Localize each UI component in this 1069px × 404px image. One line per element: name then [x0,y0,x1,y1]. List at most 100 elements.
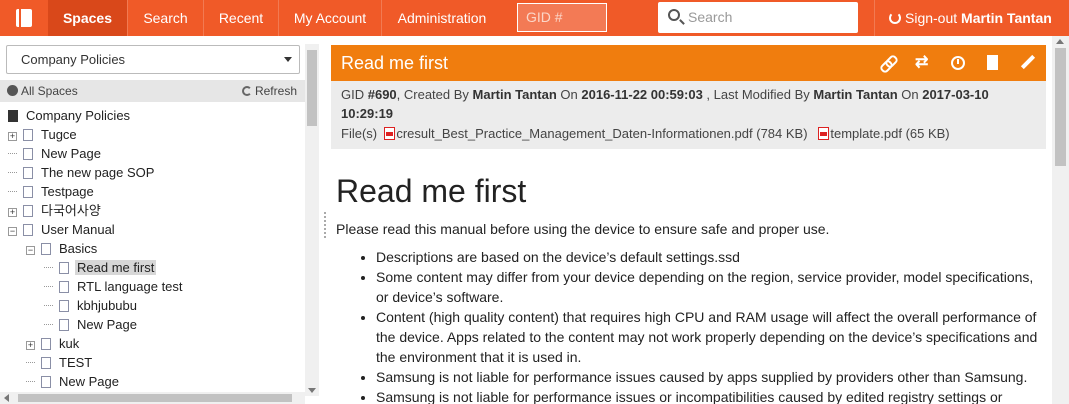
tree-node-root[interactable]: Company Policies [8,106,132,125]
scroll-down-icon[interactable] [308,388,316,393]
nav-search[interactable]: Search [128,0,204,36]
search-input[interactable]: Search [658,2,858,33]
list-item: Samsung is not liable for performance is… [376,387,1046,404]
nav-administration[interactable]: Administration [382,0,502,36]
page-icon [41,243,51,255]
all-spaces-button[interactable]: All Spaces [7,80,78,102]
scroll-up-icon[interactable] [1056,39,1064,44]
tree-connector [8,191,17,192]
page-icon [23,224,33,236]
home-logo[interactable] [0,0,48,36]
tree-connector [8,153,17,154]
tree-connector [26,362,35,363]
space-tree-panel: Company Policies All Spaces Refresh Comp… [0,36,321,404]
tree-node-label: New Page [41,146,101,161]
attachment-link[interactable]: cresult_Best_Practice_Management_Daten-I… [396,126,752,141]
tree-node[interactable]: − User Manual [8,220,117,239]
swap-icon[interactable] [915,52,931,72]
refresh-button[interactable]: Refresh [241,80,297,102]
page-icon [23,167,33,179]
page-icon [41,376,51,388]
nav-spaces[interactable]: Spaces [48,0,128,36]
page-title: Read me first [341,53,449,73]
created-by-value: Martin Tantan [472,87,557,102]
tree-connector [26,381,35,382]
search-placeholder: Search [688,9,733,25]
refresh-icon [241,86,252,96]
tree-connector [44,324,53,325]
tree-node[interactable]: New Page [8,144,103,163]
tree-node[interactable]: + Tugce [8,125,79,144]
scroll-left-icon[interactable] [4,394,9,402]
history-icon[interactable] [950,55,966,71]
tree-node[interactable]: + 다국어사양 [8,201,103,220]
tree-node[interactable]: The new page SOP [8,163,156,182]
list-item: Descriptions are based on the device’s d… [376,247,1046,267]
scrollbar-thumb[interactable] [18,394,292,402]
pdf-icon [384,127,396,140]
back-circle-icon [7,85,18,96]
signout-button[interactable]: Sign-out Martin Tantan [874,0,1069,36]
space-select[interactable]: Company Policies [6,45,300,74]
tree-node-label: TEST [59,355,93,370]
power-icon [889,12,901,24]
drag-handle-icon[interactable] [324,212,327,238]
refresh-label: Refresh [254,84,297,98]
content-bullet-list: Descriptions are based on the device’s d… [336,247,1046,404]
tree-node[interactable]: − Basics [26,239,99,258]
panel-splitter[interactable] [321,36,331,404]
attachment-size: (784 KB) [756,126,808,141]
attachment-size: (65 KB) [905,126,950,141]
tree-node-selected[interactable]: Read me first [44,258,157,277]
page-content: Read me first Please read this manual be… [331,160,1046,404]
link-icon[interactable] [880,55,896,71]
edit-icon[interactable] [1020,55,1036,71]
nav-my-account[interactable]: My Account [279,0,382,36]
attachments: File(s) cresult_Best_Practice_Management… [341,124,1036,143]
expand-icon[interactable]: + [8,132,17,141]
tree-node[interactable]: TEST [26,353,94,372]
tree-node[interactable]: kbhjububu [44,296,139,315]
space-icon [8,110,18,122]
page-metadata: GID #690, Created By Martin Tantan On 20… [331,81,1046,149]
page-icon [23,129,33,141]
tree-node[interactable]: New Page [26,372,121,391]
tree-node[interactable]: + kuk [26,334,81,353]
tree-node-label: User Manual [41,222,115,237]
list-item: Some content may differ from your device… [376,267,1046,307]
tree-node-label: The new page SOP [41,165,155,180]
page-icon [59,300,69,312]
attachment-link[interactable]: template.pdf [830,126,902,141]
file-icon[interactable] [985,55,1001,71]
list-item: Content (high quality content) that requ… [376,307,1046,367]
tree-node[interactable]: New Page [44,315,139,334]
search-icon [668,9,680,21]
space-select-value: Company Policies [21,52,126,67]
tree-node[interactable]: RTL language test [44,277,185,296]
scrollbar-thumb[interactable] [1055,48,1066,166]
page-icon [41,357,51,369]
collapse-icon[interactable]: − [26,246,35,255]
expand-icon[interactable]: + [8,208,17,217]
tree-connector [44,267,53,268]
tree-node-label: Testpage [41,184,94,199]
expand-icon[interactable]: + [26,341,35,350]
on-label: On [556,87,582,102]
gid-input[interactable]: GID # [517,3,607,32]
tree-node-label: Basics [59,241,98,256]
collapse-icon[interactable]: − [8,227,17,236]
pdf-icon [818,127,830,140]
tree-horizontal-scrollbar[interactable] [0,392,305,404]
gid-label: GID [341,87,368,102]
tree-node-label: 다국어사양 [41,203,101,218]
page-icon [59,281,69,293]
gid-value: #690 [367,87,397,102]
page-title-bar: Read me first [331,45,1046,81]
tree-node[interactable]: Testpage [8,182,96,201]
tree-connector [8,172,17,173]
content-vertical-scrollbar[interactable] [1052,36,1069,404]
tree-vertical-scrollbar[interactable] [305,44,319,396]
tree-toolbar: All Spaces Refresh [0,80,305,102]
scrollbar-thumb[interactable] [307,50,317,126]
nav-recent[interactable]: Recent [204,0,279,36]
